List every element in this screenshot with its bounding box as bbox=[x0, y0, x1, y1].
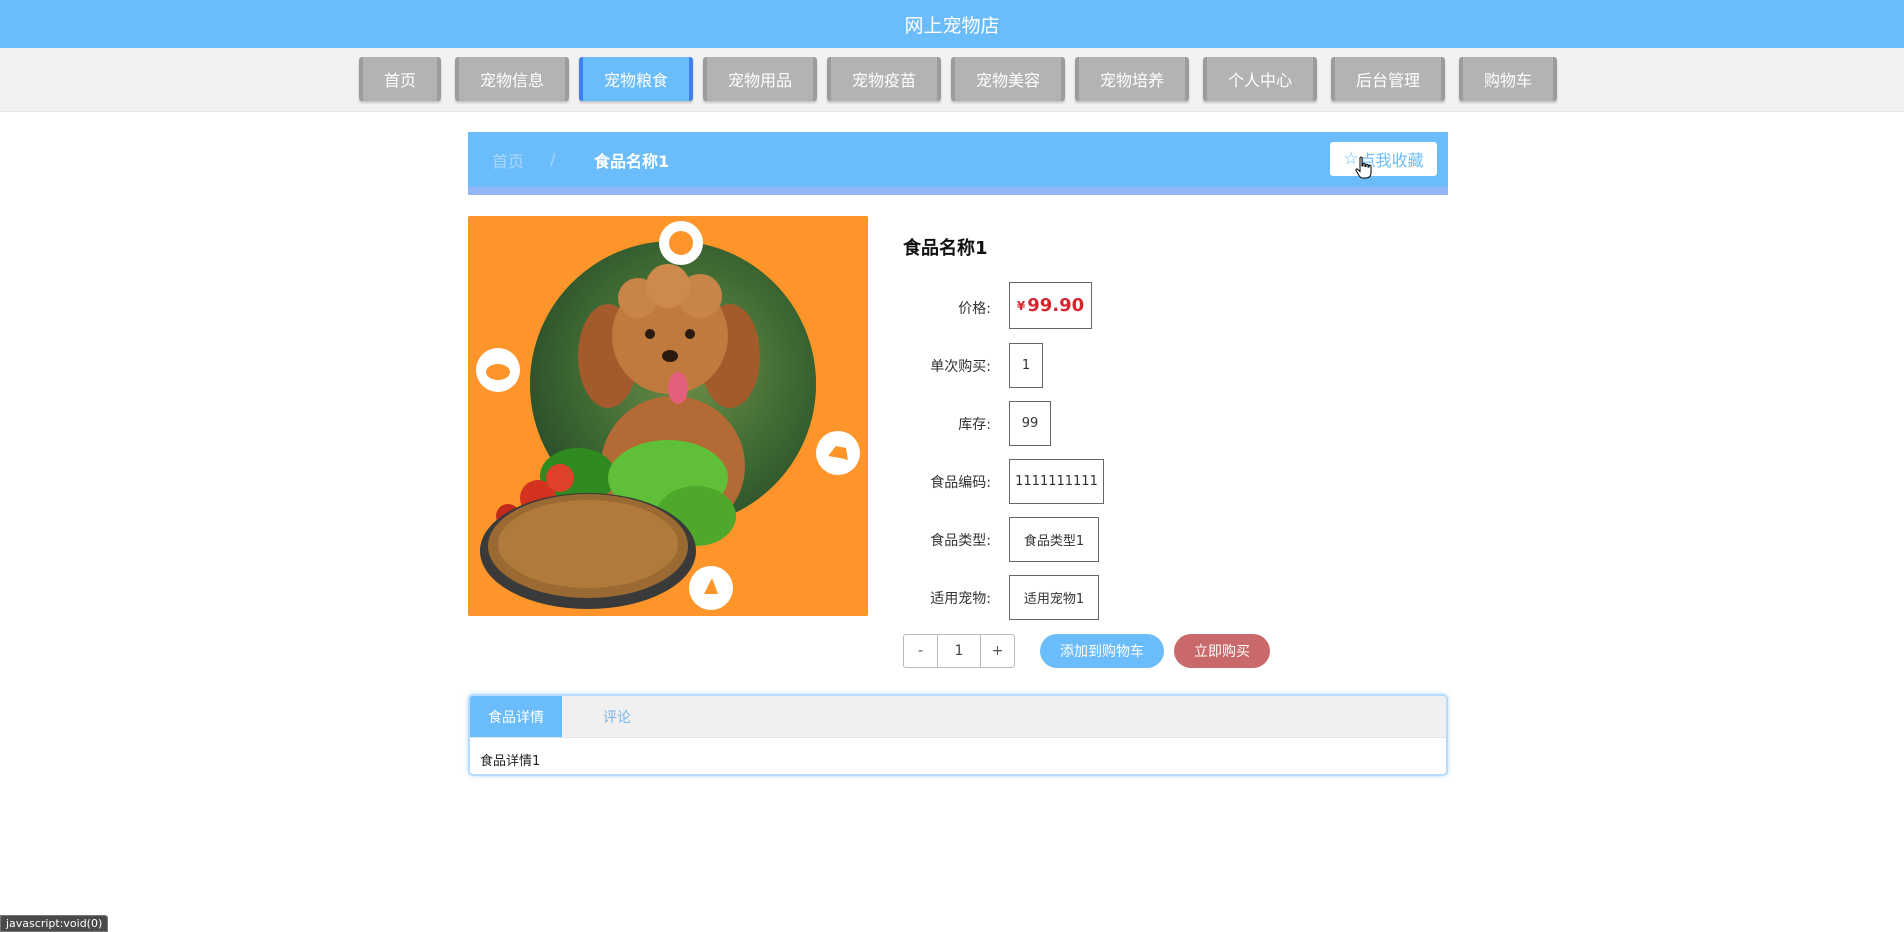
product-title: 食品名称1 bbox=[903, 238, 988, 259]
food-type-label: 食品类型: bbox=[930, 533, 991, 549]
site-header: 网上宠物店 bbox=[0, 0, 1904, 48]
nav-item-home[interactable]: 首页 bbox=[359, 57, 441, 101]
buy-now-button[interactable]: 立即购买 bbox=[1174, 634, 1270, 668]
breadcrumb-home-link[interactable]: 首页 bbox=[492, 132, 524, 187]
stock-value: 99 bbox=[1009, 401, 1051, 446]
nav-item-cart[interactable]: 购物车 bbox=[1459, 57, 1557, 101]
breadcrumb-separator: / bbox=[550, 150, 556, 169]
nav-item-pet-supplies[interactable]: 宠物用品 bbox=[703, 57, 817, 101]
price-value: ¥ 99.90 bbox=[1009, 282, 1092, 329]
nav-item-user-center[interactable]: 个人中心 bbox=[1203, 57, 1317, 101]
nav-item-pet-grooming[interactable]: 宠物美容 bbox=[951, 57, 1065, 101]
per-purchase-value: 1 bbox=[1009, 343, 1043, 388]
food-type-value: 食品类型1 bbox=[1009, 517, 1099, 562]
nav-item-pet-training[interactable]: 宠物培养 bbox=[1075, 57, 1189, 101]
food-code-value: 1111111111 bbox=[1009, 459, 1104, 504]
nav-item-pet-info[interactable]: 宠物信息 bbox=[455, 57, 569, 101]
product-image bbox=[468, 216, 868, 616]
food-code-label: 食品编码: bbox=[930, 475, 991, 491]
per-purchase-label: 单次购买: bbox=[930, 359, 991, 375]
tab-content: 食品详情1 bbox=[480, 754, 541, 769]
tab-food-details[interactable]: 食品详情 bbox=[470, 696, 562, 737]
hand-cursor-icon bbox=[1355, 156, 1372, 179]
quantity-decrease-button[interactable]: - bbox=[904, 635, 937, 667]
browser-status-bar: javascript:void(0) bbox=[0, 915, 109, 932]
nav-item-pet-food[interactable]: 宠物粮食 bbox=[579, 57, 693, 101]
add-to-cart-button[interactable]: 添加到购物车 bbox=[1040, 634, 1164, 668]
quantity-increase-button[interactable]: + bbox=[981, 635, 1014, 667]
quantity-stepper: - 1 + bbox=[903, 634, 1015, 668]
nav-item-pet-vaccine[interactable]: 宠物疫苗 bbox=[827, 57, 941, 101]
tab-comments[interactable]: 评论 bbox=[562, 696, 672, 737]
suitable-pet-label: 适用宠物: bbox=[930, 591, 991, 607]
currency-symbol: ¥ bbox=[1016, 298, 1026, 313]
stock-label: 库存: bbox=[958, 417, 991, 433]
nav-item-admin[interactable]: 后台管理 bbox=[1331, 57, 1445, 101]
product-tabs: 食品详情 评论 食品详情1 bbox=[468, 694, 1448, 776]
suitable-pet-value: 适用宠物1 bbox=[1009, 575, 1099, 620]
site-title: 网上宠物店 bbox=[904, 14, 1000, 37]
breadcrumb-current: 食品名称1 bbox=[594, 151, 670, 171]
main-nav: 首页 宠物信息 宠物粮食 宠物用品 宠物疫苗 宠物美容 宠物培养 个人中心 后台… bbox=[0, 48, 1904, 112]
product-illustration bbox=[468, 216, 868, 616]
quantity-input[interactable]: 1 bbox=[937, 635, 981, 667]
tabs-header: 食品详情 评论 bbox=[470, 696, 1446, 738]
favorite-button[interactable]: ☆ 点我收藏 bbox=[1330, 142, 1437, 176]
price-amount: 99.90 bbox=[1027, 295, 1085, 316]
breadcrumb: 首页 / 食品名称1 ☆ 点我收藏 bbox=[468, 132, 1448, 195]
price-label: 价格: bbox=[958, 301, 991, 317]
